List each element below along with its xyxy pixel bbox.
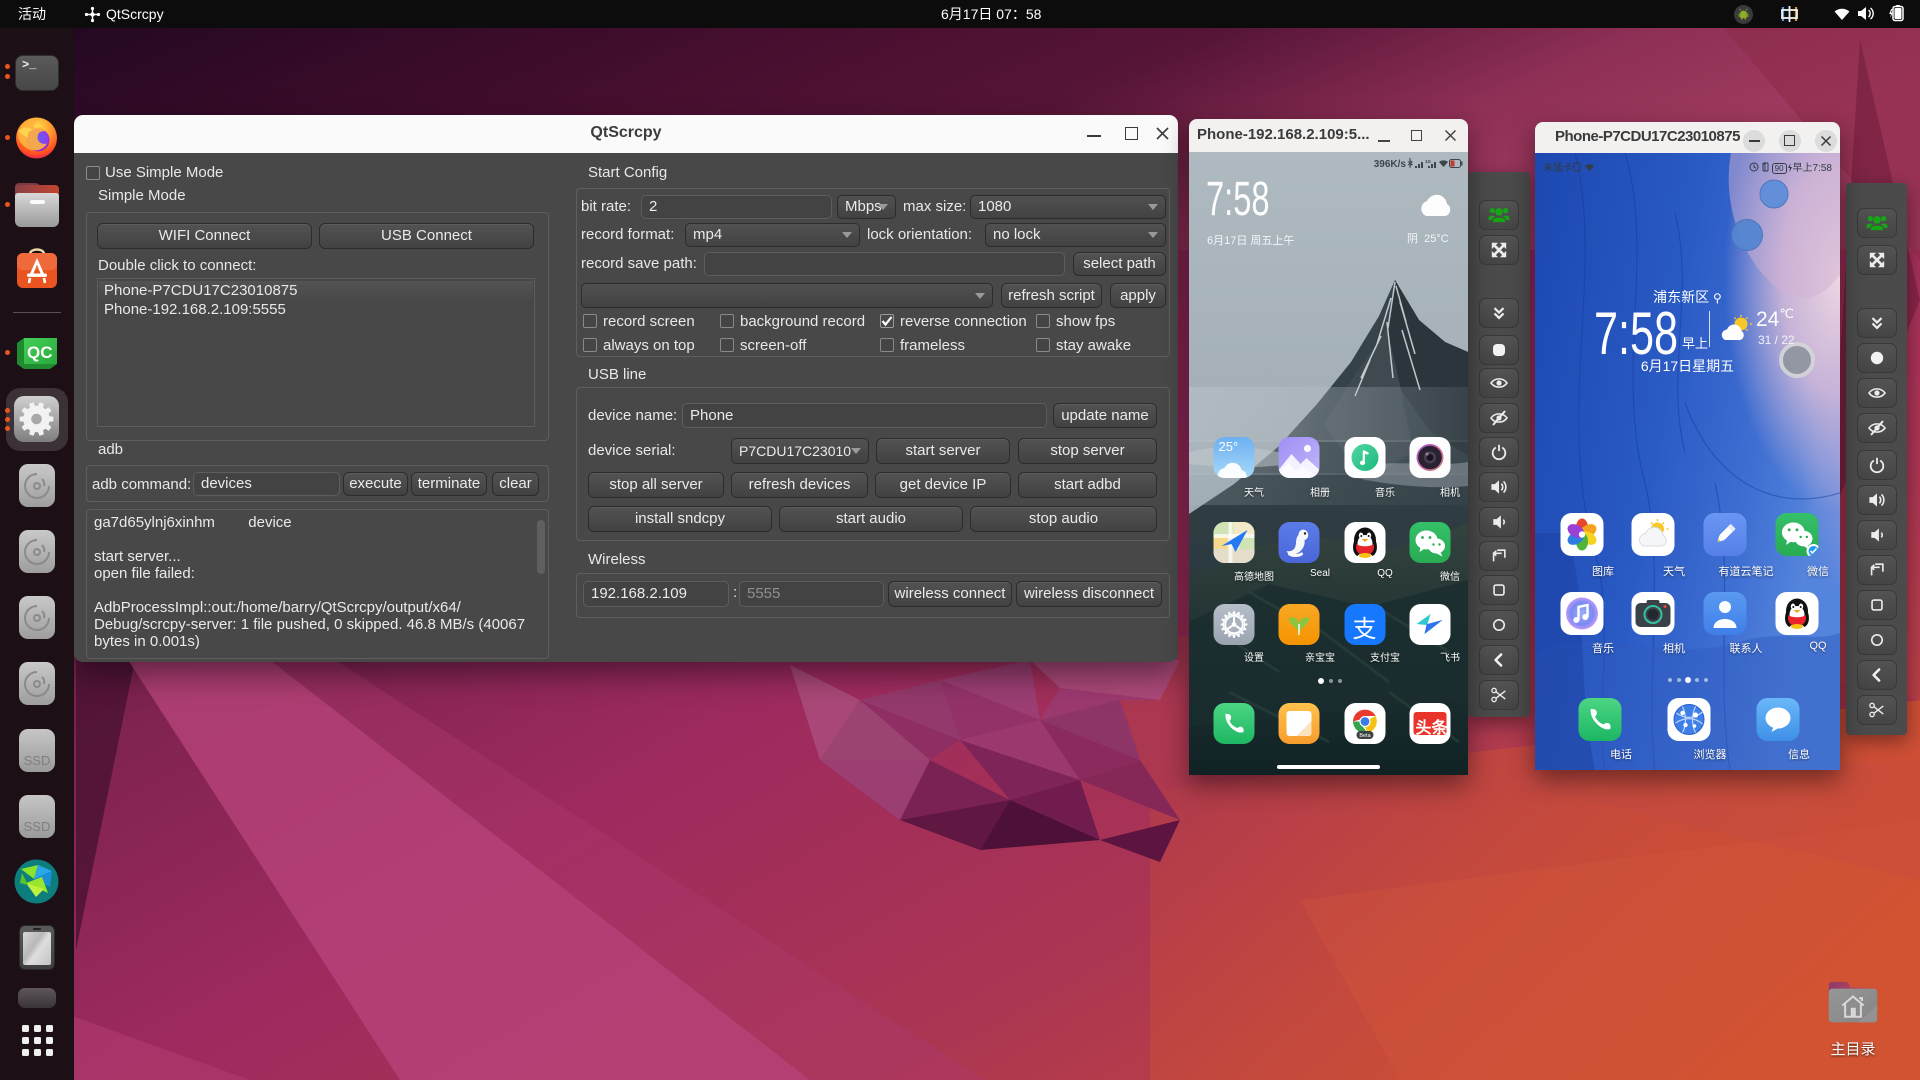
svg-text:Beta: Beta — [1359, 733, 1371, 739]
svg-text:QC: QC — [27, 343, 53, 362]
svg-text:1G: 1G — [1425, 159, 1432, 164]
